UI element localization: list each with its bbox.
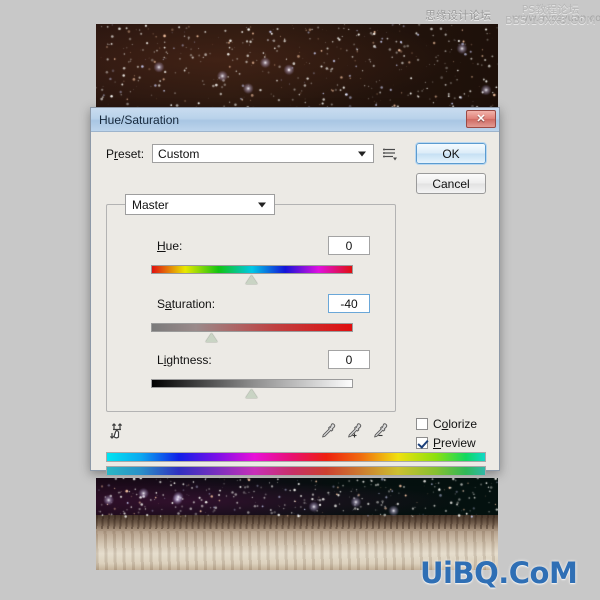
color-spectrum-bars <box>106 452 486 478</box>
dialog-titlebar[interactable]: Hue/Saturation ✕ <box>91 108 499 132</box>
colorize-checkbox-box[interactable] <box>416 418 428 430</box>
preview-checkbox-box[interactable] <box>416 437 428 449</box>
lightness-label: Lightness: <box>157 353 212 367</box>
saturation-slider-thumb[interactable] <box>205 333 218 342</box>
watermark-ps-forum-line2: BBS.16XX8.COM <box>505 14 596 27</box>
screenshot-root: 思缘设计论坛 www.missyuan.com PS教程论坛 BBS.16XX8… <box>0 0 600 600</box>
eyedropper-plus-icon[interactable] <box>345 422 363 440</box>
hue-slider-track[interactable] <box>151 265 353 274</box>
eyedropper-minus-icon[interactable] <box>371 422 389 440</box>
close-button[interactable]: ✕ <box>466 110 496 128</box>
dialog-title: Hue/Saturation <box>99 112 180 127</box>
cancel-button[interactable]: Cancel <box>416 173 486 194</box>
preset-label: Preset: <box>106 146 145 161</box>
chevron-down-icon <box>258 202 266 207</box>
preview-checkbox[interactable]: Preview <box>416 436 476 450</box>
channel-dropdown[interactable]: Master <box>125 194 275 215</box>
hue-label: Hue: <box>157 239 183 253</box>
preset-options-icon[interactable] <box>383 146 399 162</box>
lightness-value-input[interactable]: 0 <box>328 350 370 369</box>
channel-value: Master <box>132 197 169 212</box>
saturation-value-input[interactable]: -40 <box>328 294 370 313</box>
eyedropper-icon[interactable] <box>319 422 337 440</box>
spectrum-bar-result <box>106 466 486 476</box>
saturation-label: Saturation: <box>157 297 216 311</box>
close-icon: ✕ <box>476 112 486 125</box>
lightness-slider-track[interactable] <box>151 379 353 388</box>
chevron-down-icon <box>358 151 367 156</box>
preview-label: Preview <box>433 436 476 450</box>
hue-saturation-dialog: Hue/Saturation ✕ Preset: Custom OK Cance… <box>90 107 500 476</box>
saturation-slider-track[interactable] <box>151 323 353 332</box>
on-image-adjustment-icon[interactable] <box>106 420 128 442</box>
watermark-siyuan: 思缘设计论坛 <box>425 9 491 22</box>
stars-layer-top <box>96 24 498 114</box>
preset-dropdown[interactable]: Custom <box>152 144 375 163</box>
colorize-label: Colorize <box>433 417 478 431</box>
colorize-checkbox[interactable]: Colorize <box>416 417 477 431</box>
lightness-slider-thumb[interactable] <box>246 389 259 398</box>
spectrum-bar-original <box>106 452 486 462</box>
watermark-ps-forum: PS教程论坛 BBS.16XX8.COM <box>505 4 596 26</box>
ok-button[interactable]: OK <box>415 142 487 165</box>
hue-slider-thumb[interactable] <box>246 275 259 284</box>
image-canvas-top <box>96 24 498 114</box>
adjustment-group-box: Master Hue: 0 Saturation: -40 Lightness:… <box>106 194 396 412</box>
watermark-uibq-logo: UiBQ.CoM <box>420 556 578 590</box>
hue-value-input[interactable]: 0 <box>328 236 370 255</box>
preset-row: Preset: Custom <box>106 144 399 163</box>
preset-value: Custom <box>158 146 200 161</box>
